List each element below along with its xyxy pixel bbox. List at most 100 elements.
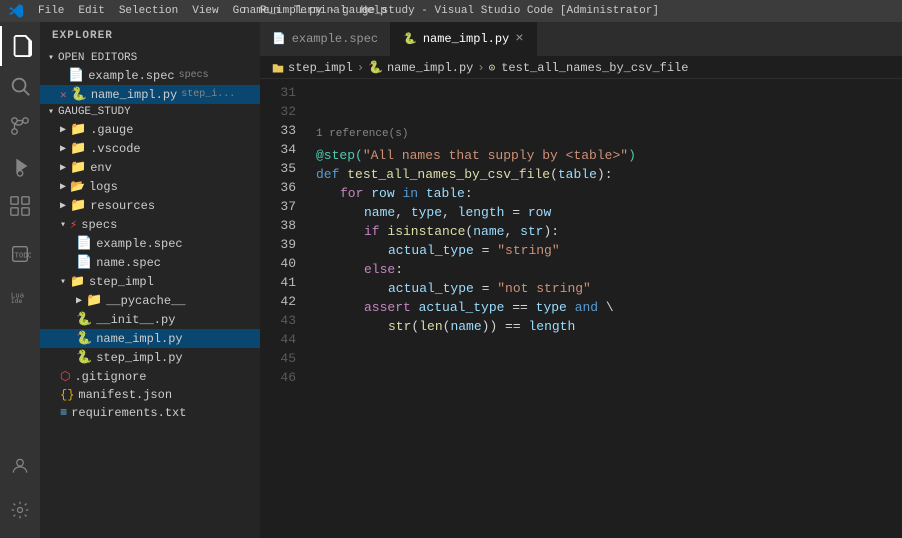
open-editor-example-spec[interactable]: 📄 example.spec specs	[40, 66, 260, 85]
py-icon: 🐍	[71, 87, 87, 102]
py-icon: 🐍	[76, 350, 92, 365]
breadcrumb-function-label: test_all_names_by_csv_file	[501, 61, 688, 75]
folder-icon: 📁	[70, 160, 86, 175]
activity-extensions[interactable]	[0, 186, 40, 226]
file-example-spec-name: example.spec	[96, 237, 182, 251]
file-icon: 📄	[76, 236, 92, 251]
line-num-37: 37	[260, 197, 296, 216]
menu-selection[interactable]: Selection	[113, 5, 184, 17]
menu-edit[interactable]: Edit	[72, 5, 110, 17]
code-line-38: actual_type = "string"	[308, 241, 902, 260]
folder-step-impl[interactable]: ▾ 📁 step_impl	[40, 272, 260, 291]
menu-file[interactable]: File	[32, 5, 70, 17]
activity-settings[interactable]	[0, 490, 40, 530]
folder-env-name: env	[90, 161, 112, 175]
breadcrumb-folder-icon	[272, 62, 284, 74]
menu-view[interactable]: View	[186, 5, 224, 17]
code-line-36: name, type, length = row	[308, 203, 902, 222]
activity-bar-bottom	[0, 446, 40, 538]
tab-example-spec[interactable]: 📄 example.spec	[260, 22, 391, 56]
open-editor-name-impl[interactable]: ✕ 🐍 name_impl.py step_i...	[40, 85, 260, 104]
activity-explorer[interactable]	[0, 26, 40, 66]
tab-bar: 📄 example.spec 🐍 name_impl.py ×	[260, 22, 902, 57]
folder-specs[interactable]: ▾ ⚡ specs	[40, 215, 260, 234]
folder-vscode[interactable]: ▶ 📁 .vscode	[40, 139, 260, 158]
open-editor-example-spec-badge: specs	[179, 70, 209, 81]
folder-resources-name: resources	[90, 199, 155, 213]
gauge-study-section[interactable]: ▾ GAUGE_STUDY	[40, 104, 260, 120]
folder-resources[interactable]: ▶ 📁 resources	[40, 196, 260, 215]
activity-todo[interactable]: TODO	[0, 234, 40, 274]
file-icon: 📄	[76, 255, 92, 270]
tab-py-icon: 🐍	[403, 32, 417, 46]
file-init-py[interactable]: 🐍 __init__.py	[40, 310, 260, 329]
folder-resources-chevron: ▶	[60, 200, 66, 212]
activity-lua-ide[interactable]: Lua Ide	[0, 274, 40, 314]
code-line-39: else:	[308, 260, 902, 279]
file-init-py-name: __init__.py	[96, 313, 175, 327]
code-content[interactable]: 1 reference(s) @step("All names that sup…	[308, 79, 902, 538]
activity-run-debug[interactable]	[0, 146, 40, 186]
folder-pycache-chevron: ▶	[76, 295, 82, 307]
tab-file-icon: 📄	[272, 32, 286, 46]
breadcrumb-function[interactable]: ⊙ test_all_names_by_csv_file	[489, 61, 689, 75]
gauge-study-label: GAUGE_STUDY	[58, 106, 131, 118]
breadcrumb-fn-icon: ⊙	[489, 61, 496, 75]
accounts-icon	[10, 456, 30, 476]
activity-search[interactable]	[0, 66, 40, 106]
close-icon[interactable]: ✕	[60, 88, 67, 102]
folder-gauge[interactable]: ▶ 📁 .gauge	[40, 120, 260, 139]
file-gitignore[interactable]: ⬡ .gitignore	[40, 367, 260, 386]
line-num-46: 46	[260, 368, 296, 387]
file-name-impl-py[interactable]: 🐍 name_impl.py	[40, 329, 260, 348]
folder-pycache[interactable]: ▶ 📁 __pycache__	[40, 291, 260, 310]
todo-icon: TODO	[9, 243, 31, 265]
file-icon: 📄	[68, 68, 84, 83]
window-title: name_impl.py - gauge_study - Visual Stud…	[243, 5, 659, 17]
file-requirements-txt[interactable]: ≡ requirements.txt	[40, 404, 260, 422]
code-line-42: str(len(name)) == length	[308, 317, 902, 336]
folder-logs[interactable]: ▶ 📂 logs	[40, 177, 260, 196]
breadcrumb-sep-1: ›	[357, 61, 364, 75]
line-num-36: 36	[260, 178, 296, 197]
folder-env[interactable]: ▶ 📁 env	[40, 158, 260, 177]
folder-pycache-name: __pycache__	[106, 294, 185, 308]
run-debug-icon	[9, 155, 31, 177]
code-line-35: for row in table:	[308, 184, 902, 203]
git-icon: ⬡	[60, 369, 70, 384]
tab-close-button[interactable]: ×	[515, 32, 523, 46]
breadcrumb: step_impl › 🐍 name_impl.py › ⊙ test_all_…	[260, 57, 902, 79]
source-control-icon	[9, 115, 31, 137]
file-step-impl-py-name: step_impl.py	[96, 351, 182, 365]
open-editors-label: OPEN EDITORS	[58, 52, 137, 64]
title-bar: File Edit Selection View Go Run Terminal…	[0, 0, 902, 22]
json-icon: {}	[60, 388, 74, 402]
activity-accounts[interactable]	[0, 446, 40, 486]
line-num-41: 41	[260, 273, 296, 292]
editor-area: 📄 example.spec 🐍 name_impl.py × step_imp…	[260, 22, 902, 538]
code-editor[interactable]: 31 32 33 34 35 36 37 38 39 40 41 42 43 4…	[260, 79, 902, 538]
settings-gear-icon	[10, 500, 30, 520]
code-line-43	[308, 336, 902, 355]
line-num-33: 33	[260, 121, 296, 140]
open-editors-section[interactable]: ▾ OPEN EDITORS	[40, 50, 260, 66]
breadcrumb-name-impl[interactable]: 🐍 name_impl.py	[368, 60, 473, 75]
file-example-spec[interactable]: 📄 example.spec	[40, 234, 260, 253]
line-num-44: 44	[260, 330, 296, 349]
gauge-specs-icon: ⚡	[70, 217, 77, 232]
breadcrumb-step-impl[interactable]: step_impl	[272, 61, 353, 75]
open-editor-name-impl-name: name_impl.py	[91, 88, 177, 102]
reference-hint: 1 reference(s)	[308, 121, 902, 146]
tab-name-impl-py[interactable]: 🐍 name_impl.py ×	[391, 22, 537, 56]
folder-icon: 📁	[70, 198, 86, 213]
folder-gauge-name: .gauge	[90, 123, 133, 137]
activity-source-control[interactable]	[0, 106, 40, 146]
main-layout: TODO Lua Ide	[0, 22, 902, 538]
file-step-impl-py[interactable]: 🐍 step_impl.py	[40, 348, 260, 367]
folder-icon: 📁	[70, 122, 86, 137]
open-editor-example-spec-name: example.spec	[88, 69, 174, 83]
extensions-icon	[9, 195, 31, 217]
file-manifest-json[interactable]: {} manifest.json	[40, 386, 260, 404]
file-name-spec[interactable]: 📄 name.spec	[40, 253, 260, 272]
line-num-43: 43	[260, 311, 296, 330]
